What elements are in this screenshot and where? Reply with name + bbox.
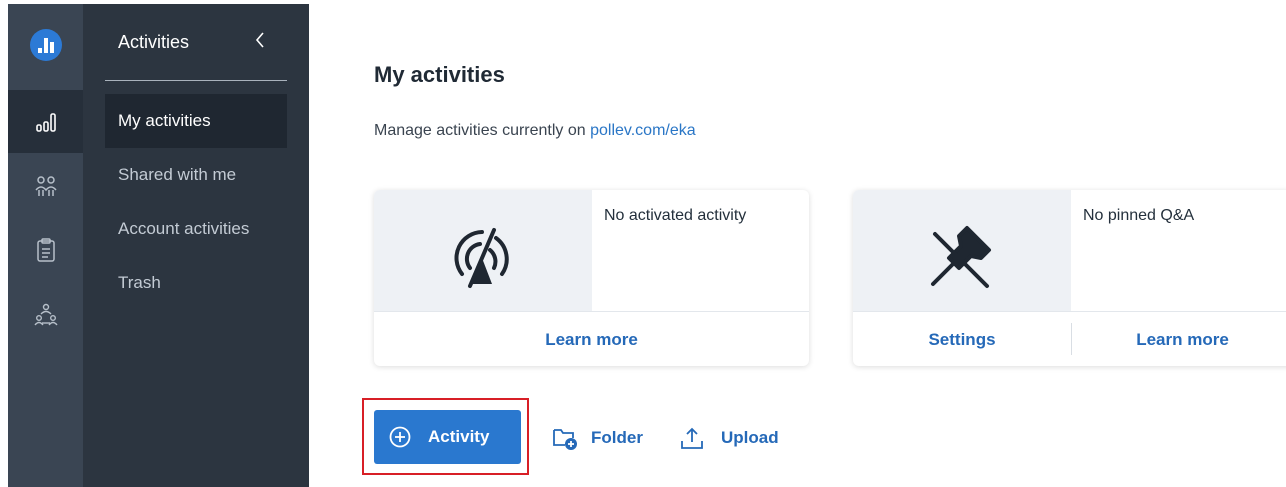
sidebar-divider (105, 80, 287, 81)
logo-icon[interactable] (30, 29, 62, 61)
card-image (374, 190, 592, 311)
plus-circle-icon (389, 426, 411, 453)
participants-icon[interactable] (33, 174, 59, 200)
pollev-link[interactable]: pollev.com/eka (590, 122, 696, 139)
add-folder-button[interactable]: Folder (551, 425, 655, 451)
icon-rail (8, 4, 83, 487)
card-footer: Learn more (374, 311, 809, 366)
upload-label: Upload (721, 428, 779, 447)
activities-chart-icon[interactable] (33, 110, 59, 136)
clipboard-icon[interactable] (33, 237, 59, 263)
activated-activity-card: No activated activity Learn more (374, 190, 809, 366)
card-image (853, 190, 1071, 311)
card-status-text: No pinned Q&A (1083, 207, 1195, 224)
sidebar-item-my-activities[interactable]: My activities (105, 94, 287, 148)
sidebar-item-trash[interactable]: Trash (105, 256, 287, 310)
subtitle-text: Manage activities currently on (374, 122, 591, 139)
learn-more-link[interactable]: Learn more (1072, 312, 1286, 366)
learn-more-link[interactable]: Learn more (374, 312, 809, 366)
folder-add-icon (551, 425, 579, 456)
page-subtitle: Manage activities currently on pollev.co… (374, 122, 696, 140)
chevron-left-icon[interactable] (251, 28, 269, 52)
pinned-qa-card: No pinned Q&A Settings Learn more (853, 190, 1286, 366)
page-title: My activities (374, 62, 505, 87)
add-folder-label: Folder (591, 428, 643, 447)
settings-link[interactable]: Settings (853, 312, 1071, 366)
sidebar-item-account-activities[interactable]: Account activities (105, 202, 287, 256)
add-activity-label: Activity (428, 427, 490, 446)
add-activity-button[interactable]: Activity (374, 410, 521, 464)
upload-icon (679, 425, 705, 456)
card-footer: Settings Learn more (853, 311, 1286, 366)
no-broadcast-icon (448, 224, 516, 297)
sidebar-item-shared-with-me[interactable]: Shared with me (105, 148, 287, 202)
upload-button[interactable]: Upload (679, 425, 791, 451)
unpin-icon (927, 220, 997, 295)
card-status-text: No activated activity (604, 207, 747, 224)
sidebar-title: Activities (118, 32, 190, 52)
groups-icon[interactable] (33, 302, 59, 328)
sidebar: Activities My activities Shared with me … (83, 4, 309, 487)
